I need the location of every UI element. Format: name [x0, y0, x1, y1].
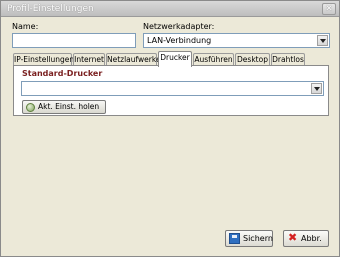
name-input[interactable]: [12, 33, 136, 48]
tab-printer[interactable]: Drucker: [158, 51, 192, 67]
floppy-disk-icon: [229, 233, 240, 244]
refresh-icon: [26, 103, 35, 112]
save-button-label: Sichern: [243, 234, 273, 243]
title-bar[interactable]: Profil-Einstellungen ✕: [1, 1, 339, 17]
chevron-down-icon[interactable]: [317, 35, 328, 46]
save-button[interactable]: Sichern: [225, 230, 273, 247]
default-printer-title: Standard-Drucker: [22, 69, 103, 78]
printer-tab-panel: Standard-Drucker Akt. Einst. holen: [13, 65, 329, 116]
cancel-x-icon: ✖: [288, 231, 298, 244]
fetch-button-label: Akt. Einst. holen: [38, 102, 100, 111]
name-label: Name:: [12, 22, 39, 31]
cancel-button-label: Abbr.: [301, 234, 322, 243]
profile-settings-dialog: Profil-Einstellungen ✕ Name: Netzwerkada…: [0, 0, 340, 257]
chevron-down-icon[interactable]: [311, 83, 322, 94]
close-icon: ✕: [325, 4, 333, 14]
default-printer-select[interactable]: [21, 81, 324, 96]
window-title: Profil-Einstellungen: [7, 4, 94, 14]
close-button[interactable]: ✕: [322, 3, 336, 15]
cancel-button[interactable]: ✖ Abbr.: [283, 230, 329, 247]
network-adapter-label: Netzwerkadapter:: [143, 22, 215, 31]
fetch-current-settings-button[interactable]: Akt. Einst. holen: [22, 100, 106, 114]
network-adapter-value: LAN-Verbindung: [147, 36, 212, 45]
network-adapter-select[interactable]: LAN-Verbindung: [143, 33, 330, 48]
